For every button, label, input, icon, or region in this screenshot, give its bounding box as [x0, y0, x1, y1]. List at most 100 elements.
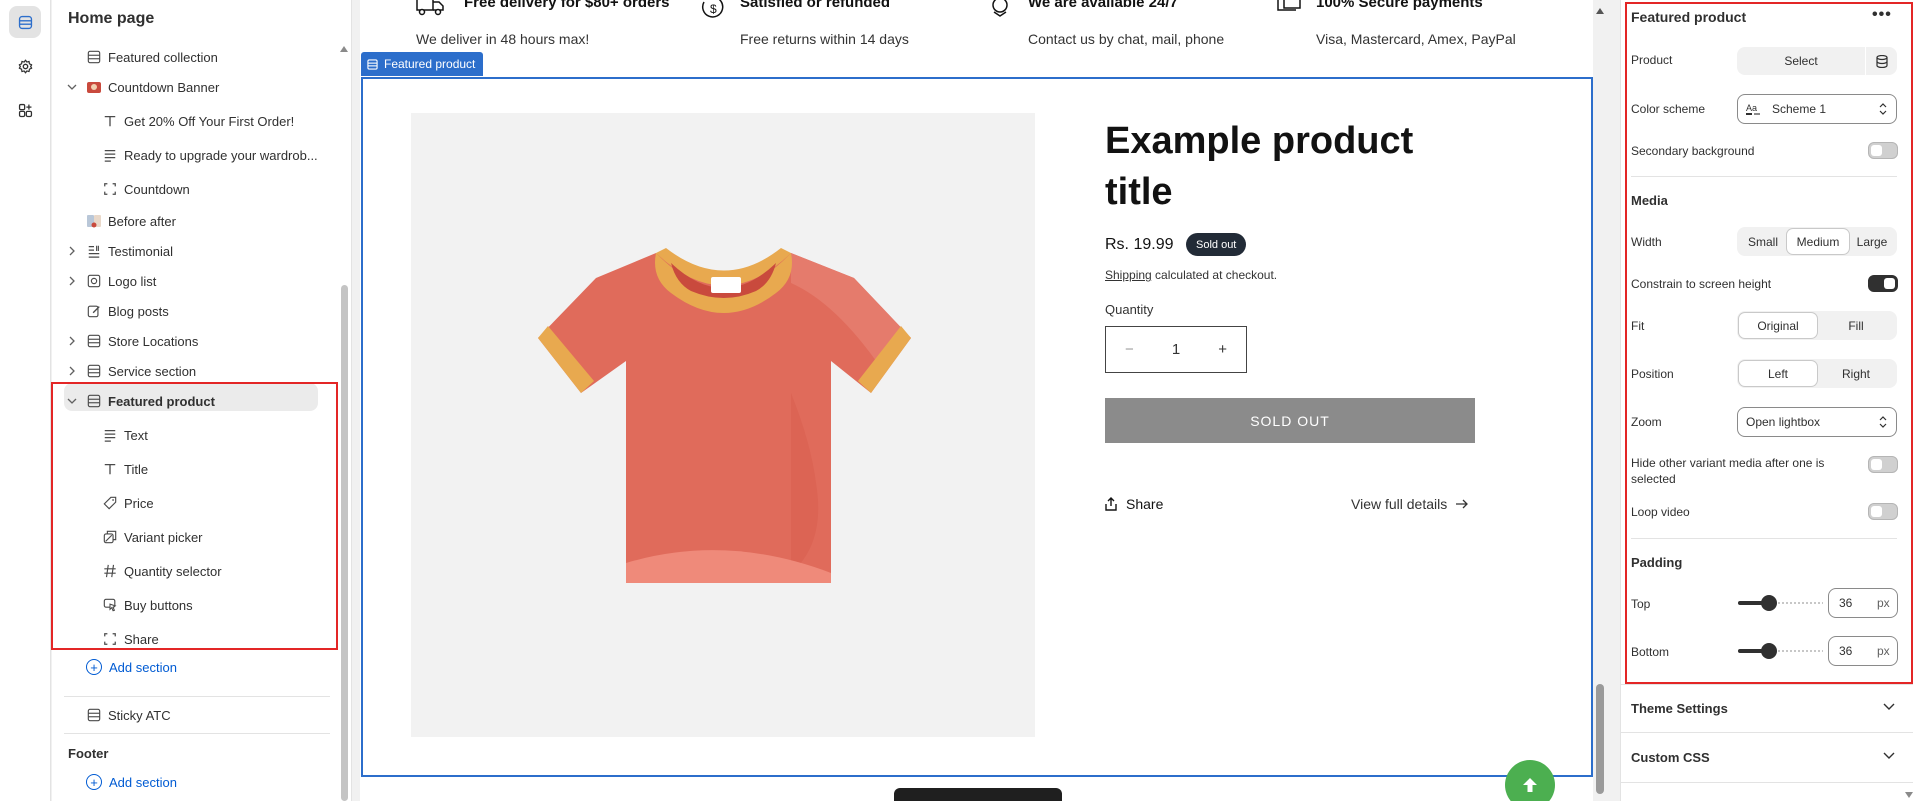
position-label: Position	[1631, 367, 1674, 381]
view-full-details-label: View full details	[1351, 496, 1448, 512]
scrollbar-thumb[interactable]	[341, 285, 348, 801]
sidebar-item[interactable]: Quantity selector	[52, 557, 342, 585]
footer-add-section-button[interactable]: + Add section	[86, 774, 177, 790]
sidebar-item[interactable]: Blog posts	[52, 297, 342, 325]
sidebar-item[interactable]: Logo list	[52, 267, 342, 295]
sidebar-item[interactable]: Before after	[52, 207, 342, 235]
width-option-large[interactable]: Large	[1849, 229, 1895, 254]
fit-option-original[interactable]: Original	[1739, 313, 1817, 338]
chevron-right-icon[interactable]	[66, 245, 78, 257]
chevron-right-icon[interactable]	[66, 275, 78, 287]
preview-toolbar[interactable]	[894, 788, 1062, 801]
slider-handle[interactable]	[1761, 595, 1777, 611]
divider	[1621, 684, 1913, 685]
shipping-note-text: calculated at checkout.	[1151, 268, 1278, 282]
icon-rail	[0, 0, 51, 801]
shipping-link[interactable]: Shipping	[1105, 268, 1152, 282]
sidebar-item[interactable]: Title	[52, 455, 342, 483]
add-section-label: Add section	[109, 774, 177, 790]
divider	[64, 696, 330, 697]
scroll-up-arrow[interactable]	[1596, 8, 1604, 14]
sidebar-item[interactable]: Testimonial	[52, 237, 342, 265]
fit-segmented-control[interactable]: Original Fill	[1737, 311, 1897, 340]
sidebar-item[interactable]: Price	[52, 489, 342, 517]
plus-circle-icon: +	[86, 659, 102, 675]
chevron-right-icon[interactable]	[66, 365, 78, 377]
sections-rail-button[interactable]	[9, 6, 41, 38]
apps-rail-button[interactable]	[9, 94, 41, 126]
quantity-stepper[interactable]: − 1 +	[1105, 326, 1247, 373]
sidebar-item-label: Before after	[108, 213, 176, 229]
quantity-value[interactable]: 1	[1153, 341, 1200, 358]
chevron-down-icon[interactable]	[66, 81, 78, 93]
sold-out-button[interactable]: SOLD OUT	[1105, 398, 1475, 443]
sidebar-item[interactable]: Ready to upgrade your wardrob...	[52, 141, 342, 169]
padding-heading: Padding	[1631, 555, 1683, 570]
product-select-button[interactable]: Select	[1737, 54, 1865, 68]
sidebar-item-label: Buy buttons	[124, 597, 193, 613]
product-picker[interactable]: Select	[1737, 47, 1897, 75]
sidebar-item-label: Logo list	[108, 273, 157, 289]
padding-bottom-input[interactable]: 36 px	[1828, 636, 1898, 666]
padding-top-input[interactable]: 36 px	[1828, 588, 1898, 618]
divider	[1621, 732, 1913, 733]
sidebar-item[interactable]: Countdown Banner	[52, 73, 342, 101]
product-media[interactable]	[411, 113, 1035, 737]
sidebar-item-label: Blog posts	[108, 303, 169, 319]
position-segmented-control[interactable]: Left Right	[1737, 359, 1897, 388]
sidebar-item-sticky-atc[interactable]: Sticky ATC	[52, 701, 342, 729]
position-option-right[interactable]: Right	[1817, 361, 1895, 386]
sidebar-item[interactable]: Featured product	[52, 387, 342, 415]
theme-settings-accordion[interactable]: Theme Settings	[1631, 701, 1897, 716]
sidebar-item[interactable]: Variant picker	[52, 523, 342, 551]
scrollbar-thumb[interactable]	[1596, 684, 1604, 794]
unit-label: px	[1877, 644, 1890, 658]
add-section-button[interactable]: + Add section	[86, 659, 177, 675]
scroll-up-arrow[interactable]	[340, 46, 348, 52]
database-icon[interactable]	[1865, 47, 1897, 75]
chevron-right-icon[interactable]	[66, 335, 78, 347]
padding-top-slider[interactable]	[1738, 595, 1823, 611]
sidebar-item-label: Text	[124, 427, 148, 443]
slider-handle[interactable]	[1761, 643, 1777, 659]
padding-bottom-slider[interactable]	[1738, 643, 1823, 659]
width-option-small[interactable]: Small	[1739, 229, 1787, 254]
loop-video-toggle[interactable]	[1868, 503, 1898, 520]
sidebar-scrollbar[interactable]	[340, 40, 348, 801]
sidebar-item[interactable]: Store Locations	[52, 327, 342, 355]
theme-settings-rail-button[interactable]	[9, 50, 41, 82]
quantity-decrease-button[interactable]: −	[1106, 341, 1153, 358]
zoom-select[interactable]: Open lightbox	[1737, 407, 1897, 437]
sidebar-item[interactable]: Share	[52, 625, 342, 653]
sidebar-item[interactable]: Featured collection	[52, 43, 342, 71]
blog-posts-icon	[86, 303, 102, 319]
chevron-down-icon[interactable]	[66, 395, 78, 407]
sidebar-item[interactable]: Get 20% Off Your First Order!	[52, 107, 342, 135]
scroll-down-arrow[interactable]	[1905, 792, 1913, 798]
share-button[interactable]: Share	[1104, 496, 1163, 512]
position-option-left[interactable]: Left	[1739, 361, 1817, 386]
secondary-background-toggle[interactable]	[1868, 142, 1898, 159]
sidebar-item[interactable]: Buy buttons	[52, 591, 342, 619]
custom-css-accordion[interactable]: Custom CSS	[1631, 750, 1897, 765]
padding-bottom-value[interactable]: 36	[1839, 644, 1877, 658]
preview-scrollbar[interactable]	[1593, 0, 1607, 801]
fit-option-fill[interactable]: Fill	[1817, 313, 1895, 338]
block-dashed-icon	[102, 631, 118, 647]
width-option-medium[interactable]: Medium	[1787, 229, 1849, 254]
hide-variant-toggle[interactable]	[1868, 456, 1898, 473]
text-lines-icon	[102, 427, 118, 443]
section-tag[interactable]: Featured product	[361, 52, 484, 76]
width-segmented-control[interactable]: Small Medium Large	[1737, 227, 1897, 256]
view-full-details-link[interactable]: View full details	[1351, 496, 1469, 512]
constrain-toggle[interactable]	[1868, 275, 1898, 292]
quantity-increase-button[interactable]: +	[1199, 341, 1246, 358]
apps-icon	[18, 103, 32, 117]
sidebar-item[interactable]: Text	[52, 421, 342, 449]
more-actions-button[interactable]: •••	[1872, 6, 1892, 24]
sidebar-item[interactable]: Countdown	[52, 175, 342, 203]
padding-top-value[interactable]: 36	[1839, 596, 1877, 610]
color-scheme-select[interactable]: Aa Scheme 1	[1737, 94, 1897, 124]
feature-title: 100% Secure payments	[1316, 0, 1483, 11]
sidebar-item[interactable]: Service section	[52, 357, 342, 385]
